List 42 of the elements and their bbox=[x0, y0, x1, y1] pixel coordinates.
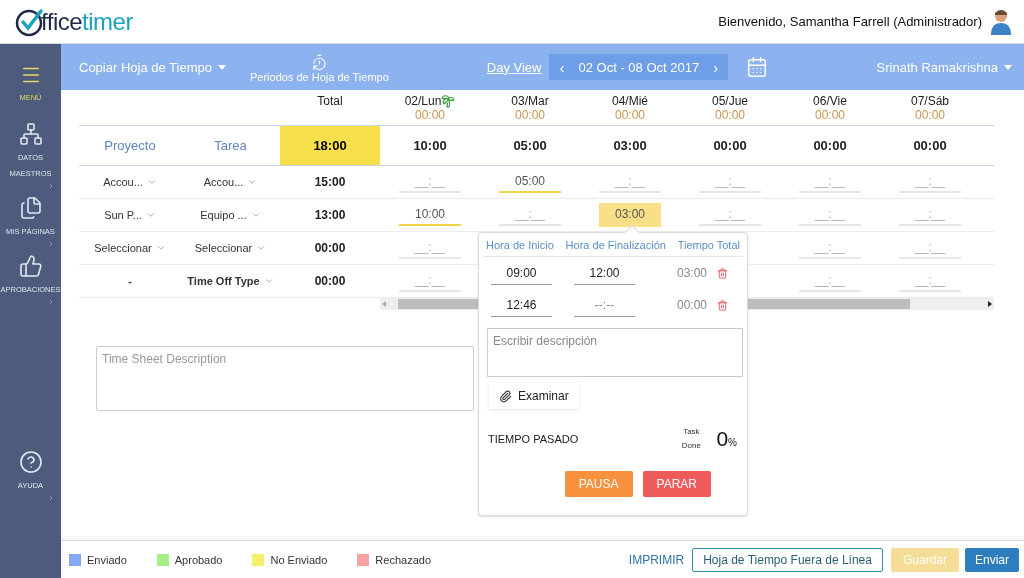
day-total: 00:00 bbox=[415, 108, 445, 122]
row-total: 00:00 bbox=[314, 241, 346, 255]
grand-total: 18:00 bbox=[280, 126, 380, 165]
percent-done: 0% bbox=[716, 427, 737, 451]
day-total: 00:00 bbox=[515, 108, 545, 122]
day-header: 03/Mar bbox=[511, 94, 549, 108]
column-header: Tarea bbox=[214, 138, 247, 153]
day-sum: 00:00 bbox=[913, 138, 947, 153]
day-total: 00:00 bbox=[715, 108, 745, 122]
row-total: 13:00 bbox=[314, 208, 346, 222]
legend-label: Rechazado bbox=[375, 553, 431, 566]
day-total: 00:00 bbox=[915, 108, 945, 122]
day-header: 04/Mié bbox=[612, 94, 648, 108]
day-header: 06/Vie bbox=[813, 94, 847, 108]
column-header: Tiempo Total bbox=[677, 239, 740, 251]
welcome-text: Bienvenido, Samantha Farrell (Administrador) bbox=[718, 14, 982, 29]
day-sum: 10:00 bbox=[413, 138, 447, 153]
day-total: 00:00 bbox=[815, 108, 845, 122]
elapsed-label: TIEMPO PASADO bbox=[488, 433, 579, 445]
row-total: 15:00 bbox=[314, 175, 346, 189]
row-total: 00:00 bbox=[314, 274, 346, 288]
day-total: 00:00 bbox=[615, 108, 645, 122]
day-header: 05/Jue bbox=[712, 94, 748, 108]
entry-total: 03:00 bbox=[677, 266, 708, 280]
date-range: 02 Oct - 08 Oct 2017 bbox=[578, 59, 700, 75]
logo-text: fficetimer bbox=[41, 7, 133, 36]
legend-label: Enviado bbox=[87, 553, 127, 566]
day-header: 02/Lun bbox=[404, 94, 442, 108]
task-done-label: Task Done bbox=[680, 426, 702, 452]
day-sum: 00:00 bbox=[813, 138, 847, 153]
column-header: Hora de Finalización bbox=[565, 239, 666, 251]
column-header: Total bbox=[317, 94, 343, 108]
project-text: - bbox=[128, 275, 132, 287]
legend-label: No Enviado bbox=[270, 553, 328, 566]
column-header: Proyecto bbox=[104, 138, 156, 153]
day-header: 07/Sáb bbox=[910, 94, 949, 108]
day-sum: 03:00 bbox=[613, 138, 647, 153]
legend-label: Aprobado bbox=[174, 553, 223, 566]
day-sum: 05:00 bbox=[513, 138, 547, 153]
entry-total: 00:00 bbox=[677, 298, 708, 312]
column-header: Hora de Inicio bbox=[486, 239, 554, 251]
day-sum: 00:00 bbox=[713, 138, 747, 153]
